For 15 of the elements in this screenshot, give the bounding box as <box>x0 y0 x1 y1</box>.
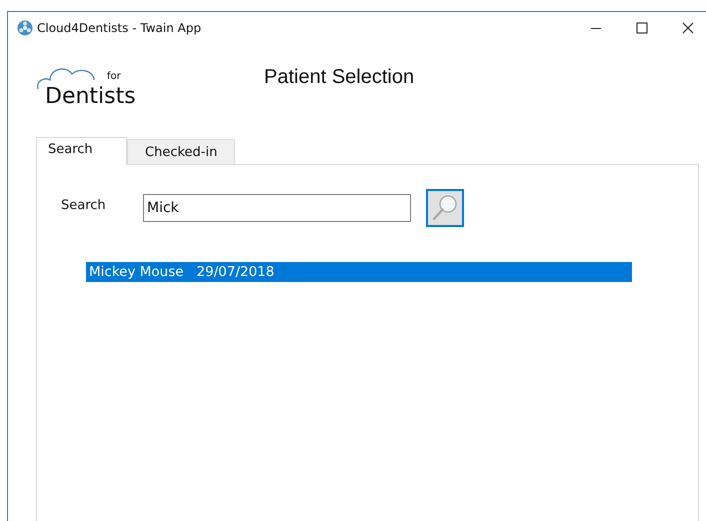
app-icon <box>17 20 33 36</box>
close-icon[interactable] <box>682 22 694 34</box>
tab[interactable]: Checked-in <box>127 139 236 164</box>
maximize-icon[interactable] <box>636 22 648 34</box>
search-button[interactable] <box>426 189 464 227</box>
logo-wordmark: Dentists <box>45 84 136 108</box>
patient-name: Mickey Mouse <box>89 264 184 280</box>
logo-text: for <box>107 70 121 82</box>
page-heading: Patient Selection <box>264 66 414 89</box>
patient-date: 29/07/2018 <box>196 264 274 280</box>
tab[interactable]: Search <box>36 137 127 165</box>
search-label: Search <box>61 198 107 212</box>
window-title: Cloud4Dentists - Twain App <box>37 21 202 35</box>
patient-list-item[interactable]: Mickey Mouse 29/07/2018 <box>86 262 632 282</box>
search-field[interactable]: Mick <box>143 194 411 222</box>
